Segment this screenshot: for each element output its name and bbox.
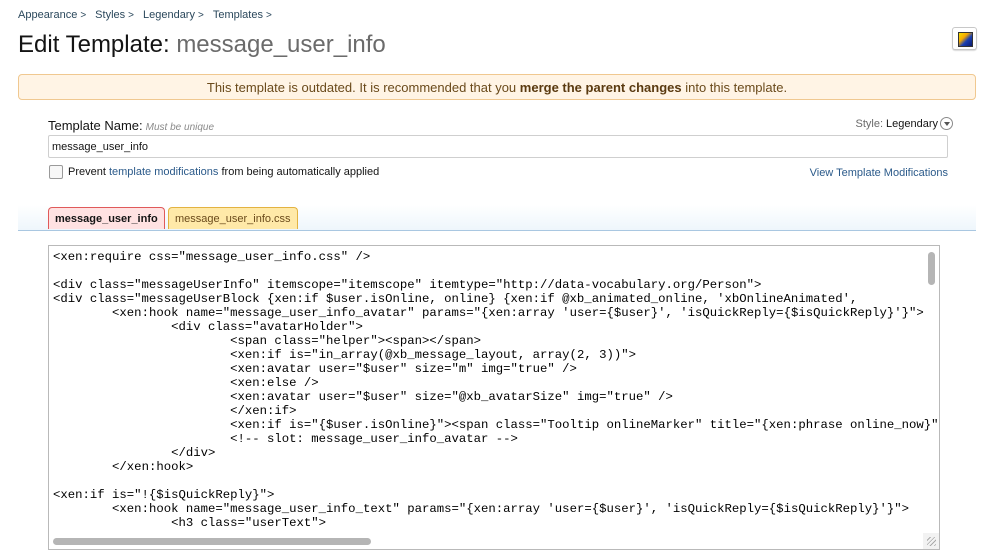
page-title: Edit Template: message_user_info xyxy=(18,31,386,59)
tab-message-user-info-css[interactable]: message_user_info.css xyxy=(168,207,298,229)
breadcrumb: Appearance > Styles > Legendary > Templates… xyxy=(18,9,281,21)
code-editor[interactable]: <xen:require css="message_user_info.css"… xyxy=(48,245,940,550)
breadcrumb-item-styles[interactable]: Styles > xyxy=(95,9,134,21)
style-value: Legendary xyxy=(886,117,938,130)
breadcrumb-item-legendary[interactable]: Legendary > xyxy=(143,9,204,21)
breadcrumb-label[interactable]: Appearance xyxy=(18,9,77,21)
prevent-modifications-row: Prevent template modifications from bein… xyxy=(49,165,379,179)
template-name-hint: Must be unique xyxy=(145,122,215,133)
breadcrumb-label[interactable]: Legendary xyxy=(143,9,195,21)
style-palette-icon xyxy=(958,32,973,47)
notice-text: This template is outdated. It is recomme… xyxy=(206,80,520,95)
chevron-down-icon[interactable] xyxy=(940,117,953,130)
resize-grip-icon[interactable] xyxy=(923,533,939,549)
notice-text-end: into this template. xyxy=(681,80,788,95)
merge-parent-changes-link[interactable]: merge the parent changes xyxy=(520,80,682,95)
page-title-prefix: Edit Template: xyxy=(18,31,170,58)
breadcrumb-item-templates[interactable]: Templates > xyxy=(213,9,272,21)
outdated-notice: This template is outdated. It is recomme… xyxy=(18,74,976,100)
breadcrumb-separator: > xyxy=(197,10,204,21)
breadcrumb-separator: > xyxy=(128,10,134,21)
style-chooser-button[interactable] xyxy=(952,27,977,50)
vertical-scrollbar[interactable] xyxy=(928,252,935,285)
prevent-label-suffix: from being automatically applied xyxy=(218,166,380,178)
template-name-label-text: Template Name: xyxy=(48,118,143,133)
breadcrumb-separator: > xyxy=(265,10,272,21)
breadcrumb-separator: > xyxy=(80,10,87,21)
template-name-input[interactable] xyxy=(48,135,948,158)
code-editor-content[interactable]: <xen:require css="message_user_info.css"… xyxy=(53,250,939,530)
breadcrumb-label[interactable]: Templates xyxy=(213,9,263,21)
breadcrumb-label[interactable]: Styles xyxy=(95,9,125,21)
style-label: Style: xyxy=(855,117,883,130)
prevent-label-prefix: Prevent xyxy=(68,166,109,178)
template-name-label: Template Name: Must be unique xyxy=(48,118,214,133)
tab-message-user-info[interactable]: message_user_info xyxy=(48,207,165,229)
prevent-modifications-checkbox[interactable] xyxy=(49,165,63,179)
template-tabs: message_user_info message_user_info.css xyxy=(18,205,976,231)
view-template-modifications-link[interactable]: View Template Modifications xyxy=(810,167,948,179)
breadcrumb-item-appearance[interactable]: Appearance > xyxy=(18,9,86,21)
page-title-template-name: message_user_info xyxy=(176,31,386,58)
style-info: Style: Legendary xyxy=(855,117,953,130)
horizontal-scrollbar[interactable] xyxy=(53,538,371,545)
template-modifications-link[interactable]: template modifications xyxy=(109,166,218,178)
